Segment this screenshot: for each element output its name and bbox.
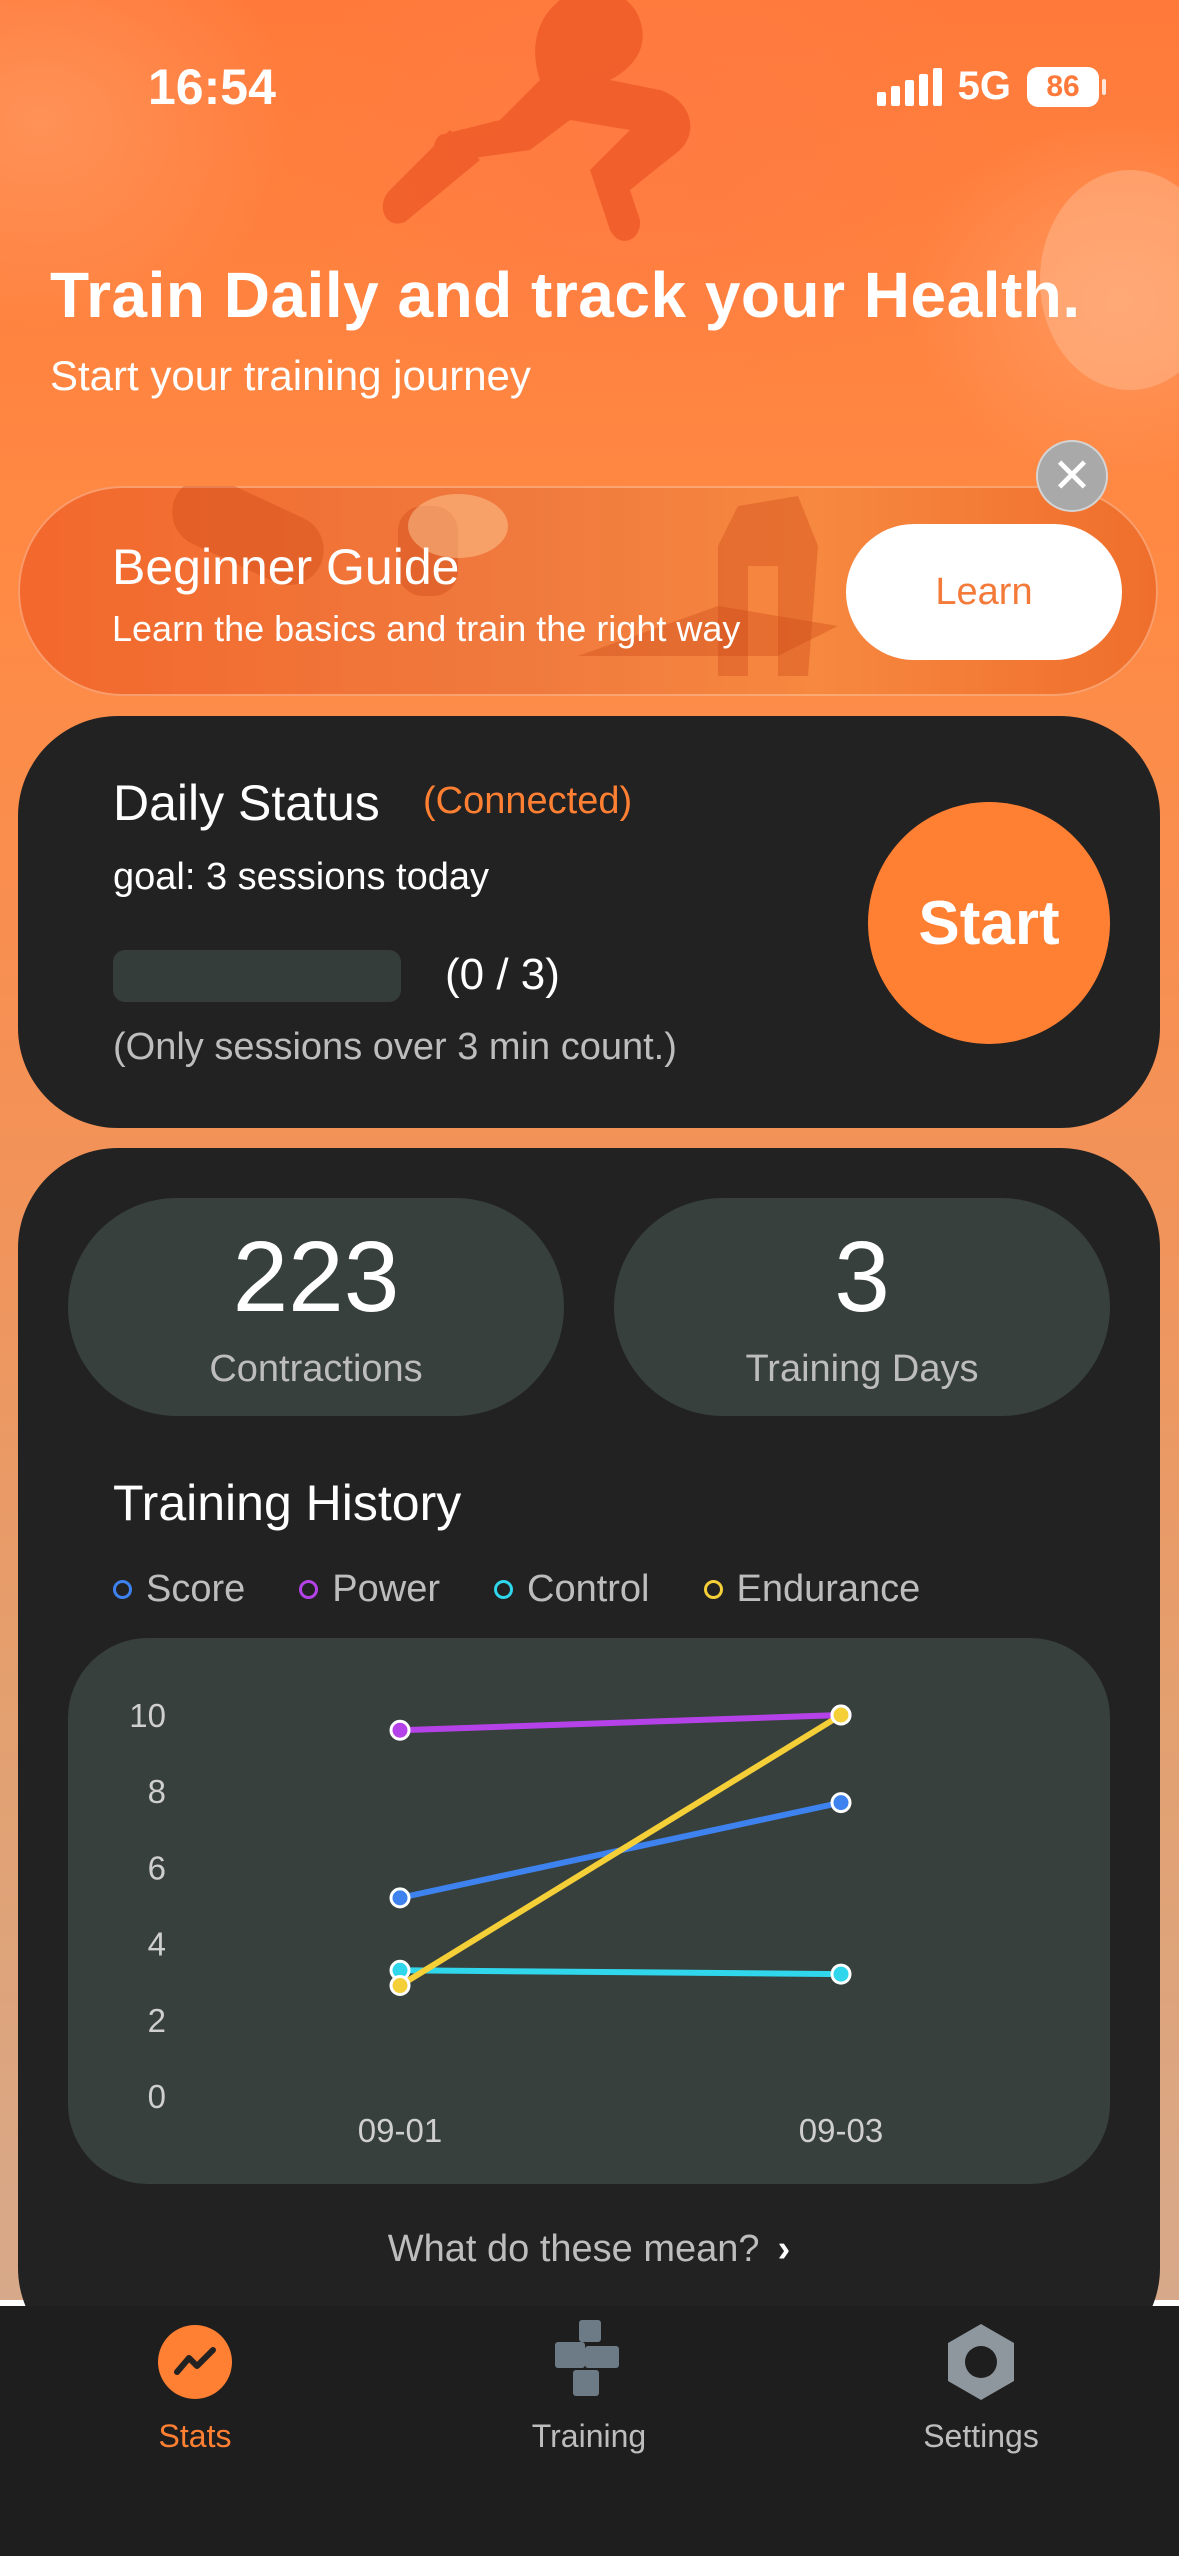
daily-status-title: Daily Status [113, 775, 380, 831]
contractions-stat: 223 Contractions [68, 1198, 564, 1416]
status-bar: 16:54 5G 86 [0, 0, 1179, 170]
metrics-help-link[interactable]: What do these mean? › [18, 2228, 1160, 2271]
legend-label: Score [146, 1568, 246, 1610]
legend-dot [494, 1580, 513, 1599]
y-tick-label: 10 [129, 1697, 166, 1734]
y-tick-label: 8 [148, 1773, 166, 1810]
training-history-title: Training History [113, 1475, 462, 1531]
progress-count: (0 / 3) [445, 950, 560, 999]
session-progress-bar [113, 950, 401, 1002]
tab-training[interactable]: Training [439, 2320, 739, 2455]
session-note: (Only sessions over 3 min count.) [113, 1026, 677, 1068]
y-tick-label: 0 [148, 2078, 166, 2115]
data-point-power[interactable] [389, 1719, 411, 1741]
blocks-icon [547, 2320, 631, 2404]
tab-training-label: Training [531, 2418, 647, 2454]
legend-label: Control [527, 1568, 650, 1610]
learn-button[interactable]: Learn [846, 524, 1122, 660]
close-icon[interactable]: ✕ [1036, 440, 1108, 512]
training-days-value: 3 [834, 1221, 890, 1333]
contractions-value: 223 [232, 1221, 400, 1333]
legend-item-score: Score [113, 1568, 245, 1611]
legend-dot [703, 1580, 723, 1599]
battery-level: 86 [1046, 69, 1080, 103]
data-point-score[interactable] [389, 1887, 411, 1909]
legend-label: Power [332, 1568, 440, 1610]
legend-label: Endurance [736, 1568, 921, 1610]
tab-stats-label: Stats [158, 2418, 232, 2454]
tab-settings-label: Settings [923, 2418, 1039, 2454]
legend-item-control: Control [494, 1568, 650, 1611]
status-indicators: 5G 86 [876, 64, 1106, 109]
legend-item-endurance: Endurance [703, 1568, 921, 1611]
start-button[interactable]: Start [868, 802, 1110, 1044]
hexagon-icon [939, 2320, 1023, 2404]
legend-item-power: Power [299, 1568, 440, 1611]
signal-icon [876, 67, 942, 106]
status-time: 16:54 [148, 59, 276, 115]
series-line-control [397, 1967, 844, 1978]
legend-dot [113, 1580, 132, 1599]
data-point-control[interactable] [830, 1963, 852, 1985]
legend-dot [299, 1580, 319, 1599]
y-tick-label: 4 [148, 1926, 166, 1963]
metrics-help-label: What do these mean? [387, 2228, 760, 2270]
chart-legend: Score Power Control Endurance [113, 1568, 974, 1611]
y-tick-label: 6 [148, 1849, 166, 1886]
page-subtitle: Start your training journey [50, 352, 531, 399]
tab-stats[interactable]: Stats [45, 2320, 345, 2455]
daily-status-card: Daily Status (Connected) goal: 3 session… [18, 716, 1160, 1128]
training-days-label: Training Days [745, 1348, 979, 1390]
series-line-endurance [397, 1712, 844, 1989]
training-days-stat: 3 Training Days [614, 1198, 1110, 1416]
data-point-endurance[interactable] [389, 1975, 411, 1997]
x-tick-label: 09-03 [799, 2112, 883, 2149]
chevron-right-icon: › [777, 2228, 791, 2270]
bottom-tab-bar: Stats Training Settings [0, 2306, 1179, 2556]
page-title: Train Daily and track your Health. [50, 259, 1081, 331]
data-point-endurance[interactable] [830, 1704, 852, 1726]
daily-goal: goal: 3 sessions today [113, 856, 490, 898]
contractions-label: Contractions [209, 1348, 423, 1390]
data-point-score[interactable] [830, 1792, 852, 1814]
training-history-chart: 0 2 4 6 8 10 09-01 09-03 [68, 1638, 1110, 2184]
y-tick-label: 2 [148, 2002, 166, 2039]
series-line-power [397, 1712, 844, 1734]
tab-settings[interactable]: Settings [831, 2320, 1131, 2455]
x-tick-label: 09-01 [358, 2112, 442, 2149]
chart-svg: 0 2 4 6 8 10 09-01 09-03 [129, 1697, 883, 2149]
guide-subtitle: Learn the basics and train the right way [112, 608, 741, 649]
beginner-guide-banner[interactable]: Beginner Guide Learn the basics and trai… [18, 486, 1158, 696]
guide-title: Beginner Guide [112, 539, 460, 595]
connection-status: (Connected) [423, 780, 633, 822]
network-label: 5G [957, 64, 1011, 108]
stats-card: 223 Contractions 3 Training Days Trainin… [18, 1148, 1160, 2368]
battery-icon: 86 [1027, 66, 1106, 107]
trend-icon [153, 2320, 237, 2404]
